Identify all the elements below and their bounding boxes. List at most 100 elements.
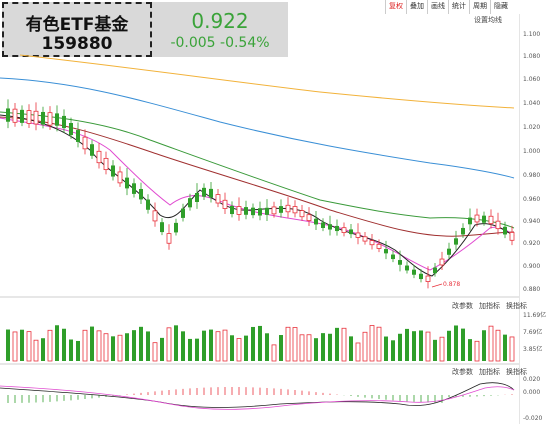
candle-body bbox=[188, 198, 192, 208]
volume-bar bbox=[503, 334, 507, 361]
volume-bar bbox=[230, 335, 234, 361]
candle-body bbox=[454, 238, 458, 245]
volume-bar bbox=[412, 331, 416, 361]
candle-body bbox=[244, 207, 248, 215]
volume-bar bbox=[335, 327, 339, 361]
candle-body bbox=[474, 214, 480, 223]
candle-body bbox=[362, 236, 368, 242]
volume-bar bbox=[132, 330, 136, 361]
candle-body bbox=[328, 224, 332, 230]
volume-bar bbox=[405, 328, 409, 361]
volume-bar bbox=[6, 329, 10, 361]
volume-bars bbox=[6, 325, 515, 362]
volume-bar bbox=[328, 333, 332, 361]
candle-body bbox=[355, 232, 361, 238]
candle-body bbox=[82, 136, 88, 150]
macd-dif-line bbox=[0, 382, 515, 408]
volume-bar bbox=[398, 333, 402, 361]
candle-body bbox=[314, 218, 318, 225]
volume-bar bbox=[321, 333, 325, 361]
volume-bar bbox=[454, 325, 458, 361]
volume-bar bbox=[181, 331, 185, 361]
candle-body bbox=[271, 206, 277, 215]
volume-bar bbox=[146, 331, 150, 361]
volume-bar bbox=[447, 330, 451, 361]
candle-body bbox=[279, 206, 283, 213]
volume-bar bbox=[314, 338, 318, 361]
ma60-line bbox=[0, 77, 515, 179]
candle-body bbox=[251, 207, 255, 216]
low-marker: 0.878 bbox=[443, 281, 460, 288]
candle-body bbox=[482, 215, 486, 223]
volume-bar bbox=[425, 331, 431, 362]
candle-body bbox=[139, 188, 143, 200]
volume-bar bbox=[236, 338, 242, 362]
candle-body bbox=[425, 275, 431, 282]
candle-body bbox=[447, 248, 451, 255]
candle-body bbox=[258, 208, 262, 216]
candle-body bbox=[349, 229, 353, 235]
volume-bar bbox=[12, 331, 18, 362]
candle-body bbox=[439, 258, 445, 266]
volume-bar bbox=[215, 331, 221, 362]
candle-body bbox=[419, 273, 423, 280]
candle-body bbox=[152, 210, 158, 222]
candle-body bbox=[236, 206, 242, 215]
volume-bar bbox=[474, 340, 480, 362]
candle-body bbox=[125, 177, 129, 189]
volume-bar bbox=[82, 329, 88, 362]
volume-bar bbox=[26, 331, 32, 362]
volume-bar bbox=[160, 337, 164, 361]
candle-body bbox=[398, 260, 402, 265]
candle-body bbox=[433, 267, 437, 274]
candle-body bbox=[132, 183, 136, 194]
candle-body bbox=[174, 222, 178, 233]
candle-body bbox=[195, 193, 199, 202]
candle-body bbox=[76, 130, 80, 142]
candle-body bbox=[285, 204, 291, 213]
volume-bar bbox=[188, 338, 192, 361]
volume-bar bbox=[384, 336, 388, 361]
volume-bar bbox=[292, 327, 298, 362]
volume-bar bbox=[265, 333, 269, 361]
candle-body bbox=[321, 222, 325, 228]
volume-bar bbox=[376, 326, 382, 362]
volume-bar bbox=[202, 330, 206, 361]
volume-bar bbox=[55, 325, 59, 361]
volume-bar bbox=[461, 328, 465, 361]
chart-canvas: 0.878 bbox=[0, 54, 519, 410]
candle-body bbox=[103, 157, 109, 171]
volume-bar bbox=[362, 331, 368, 362]
candle-body bbox=[160, 222, 164, 233]
volume-bar bbox=[341, 327, 347, 362]
candle-body bbox=[90, 144, 94, 156]
volume-bar bbox=[251, 326, 255, 361]
volume-bar bbox=[285, 326, 291, 362]
candle-body bbox=[376, 243, 382, 249]
candle-body bbox=[503, 226, 507, 235]
volume-bar bbox=[103, 333, 109, 362]
candle-body bbox=[405, 265, 409, 271]
candle-body bbox=[111, 165, 115, 177]
volume-bar bbox=[152, 342, 158, 362]
ma120-line bbox=[19, 54, 515, 109]
volume-bar bbox=[488, 325, 494, 362]
volume-bar bbox=[41, 338, 45, 361]
candle-body bbox=[306, 214, 312, 221]
volume-bar bbox=[439, 336, 445, 362]
candle-body bbox=[391, 254, 395, 260]
candle-body bbox=[488, 215, 494, 224]
candle-body bbox=[369, 240, 375, 246]
volume-bar bbox=[139, 326, 143, 361]
candle-body bbox=[202, 187, 206, 197]
volume-bar bbox=[279, 335, 283, 361]
candle-body bbox=[468, 217, 472, 225]
candle-body bbox=[69, 122, 73, 136]
candle-body bbox=[181, 208, 185, 218]
candle-body bbox=[230, 205, 234, 215]
candle-body bbox=[47, 112, 53, 126]
candle-body bbox=[299, 210, 305, 218]
low-marker-line bbox=[431, 283, 443, 288]
volume-bar bbox=[299, 334, 305, 362]
volume-bar bbox=[111, 336, 115, 361]
